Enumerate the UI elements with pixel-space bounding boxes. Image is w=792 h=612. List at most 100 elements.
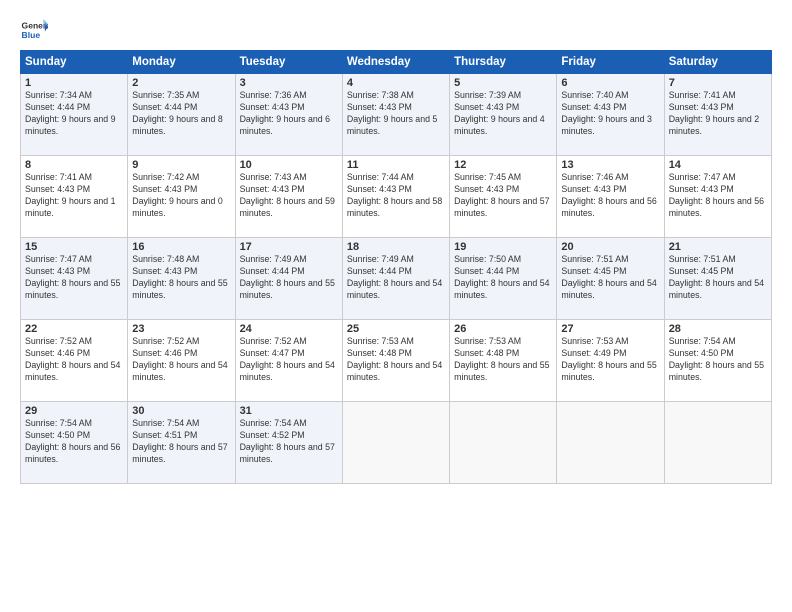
day-number: 11 <box>347 159 445 171</box>
day-number: 29 <box>25 405 123 417</box>
cell-content: Sunrise: 7:54 AM Sunset: 4:52 PM Dayligh… <box>240 418 338 466</box>
day-number: 20 <box>561 241 659 253</box>
calendar-cell: 21Sunrise: 7:51 AM Sunset: 4:45 PM Dayli… <box>664 238 771 320</box>
day-number: 28 <box>669 323 767 335</box>
calendar-cell: 23Sunrise: 7:52 AM Sunset: 4:46 PM Dayli… <box>128 320 235 402</box>
calendar-cell: 5Sunrise: 7:39 AM Sunset: 4:43 PM Daylig… <box>450 74 557 156</box>
cell-content: Sunrise: 7:36 AM Sunset: 4:43 PM Dayligh… <box>240 90 338 138</box>
cell-content: Sunrise: 7:51 AM Sunset: 4:45 PM Dayligh… <box>561 254 659 302</box>
cell-content: Sunrise: 7:53 AM Sunset: 4:48 PM Dayligh… <box>347 336 445 384</box>
day-number: 10 <box>240 159 338 171</box>
header-sunday: Sunday <box>21 51 128 74</box>
day-number: 12 <box>454 159 552 171</box>
calendar-cell: 1Sunrise: 7:34 AM Sunset: 4:44 PM Daylig… <box>21 74 128 156</box>
cell-content: Sunrise: 7:41 AM Sunset: 4:43 PM Dayligh… <box>669 90 767 138</box>
cell-content: Sunrise: 7:47 AM Sunset: 4:43 PM Dayligh… <box>25 254 123 302</box>
calendar-cell: 17Sunrise: 7:49 AM Sunset: 4:44 PM Dayli… <box>235 238 342 320</box>
calendar-cell: 7Sunrise: 7:41 AM Sunset: 4:43 PM Daylig… <box>664 74 771 156</box>
day-number: 8 <box>25 159 123 171</box>
day-number: 7 <box>669 77 767 89</box>
calendar-week-1: 1Sunrise: 7:34 AM Sunset: 4:44 PM Daylig… <box>21 74 772 156</box>
day-number: 17 <box>240 241 338 253</box>
calendar-cell: 13Sunrise: 7:46 AM Sunset: 4:43 PM Dayli… <box>557 156 664 238</box>
day-number: 5 <box>454 77 552 89</box>
cell-content: Sunrise: 7:48 AM Sunset: 4:43 PM Dayligh… <box>132 254 230 302</box>
day-number: 13 <box>561 159 659 171</box>
day-number: 14 <box>669 159 767 171</box>
cell-content: Sunrise: 7:42 AM Sunset: 4:43 PM Dayligh… <box>132 172 230 220</box>
calendar-week-2: 8Sunrise: 7:41 AM Sunset: 4:43 PM Daylig… <box>21 156 772 238</box>
day-number: 22 <box>25 323 123 335</box>
calendar-cell: 28Sunrise: 7:54 AM Sunset: 4:50 PM Dayli… <box>664 320 771 402</box>
calendar-cell <box>342 402 449 484</box>
calendar-cell: 3Sunrise: 7:36 AM Sunset: 4:43 PM Daylig… <box>235 74 342 156</box>
day-number: 15 <box>25 241 123 253</box>
cell-content: Sunrise: 7:47 AM Sunset: 4:43 PM Dayligh… <box>669 172 767 220</box>
day-number: 6 <box>561 77 659 89</box>
calendar-table: SundayMondayTuesdayWednesdayThursdayFrid… <box>20 50 772 484</box>
day-number: 30 <box>132 405 230 417</box>
cell-content: Sunrise: 7:53 AM Sunset: 4:48 PM Dayligh… <box>454 336 552 384</box>
day-number: 9 <box>132 159 230 171</box>
calendar-cell: 15Sunrise: 7:47 AM Sunset: 4:43 PM Dayli… <box>21 238 128 320</box>
calendar-cell: 8Sunrise: 7:41 AM Sunset: 4:43 PM Daylig… <box>21 156 128 238</box>
cell-content: Sunrise: 7:34 AM Sunset: 4:44 PM Dayligh… <box>25 90 123 138</box>
cell-content: Sunrise: 7:52 AM Sunset: 4:46 PM Dayligh… <box>25 336 123 384</box>
calendar-cell: 4Sunrise: 7:38 AM Sunset: 4:43 PM Daylig… <box>342 74 449 156</box>
day-number: 27 <box>561 323 659 335</box>
calendar-cell: 14Sunrise: 7:47 AM Sunset: 4:43 PM Dayli… <box>664 156 771 238</box>
cell-content: Sunrise: 7:46 AM Sunset: 4:43 PM Dayligh… <box>561 172 659 220</box>
calendar-week-4: 22Sunrise: 7:52 AM Sunset: 4:46 PM Dayli… <box>21 320 772 402</box>
day-number: 19 <box>454 241 552 253</box>
header-wednesday: Wednesday <box>342 51 449 74</box>
page-header: General Blue <box>20 16 772 44</box>
header-saturday: Saturday <box>664 51 771 74</box>
cell-content: Sunrise: 7:51 AM Sunset: 4:45 PM Dayligh… <box>669 254 767 302</box>
calendar-cell: 26Sunrise: 7:53 AM Sunset: 4:48 PM Dayli… <box>450 320 557 402</box>
calendar-cell: 29Sunrise: 7:54 AM Sunset: 4:50 PM Dayli… <box>21 402 128 484</box>
calendar-cell: 12Sunrise: 7:45 AM Sunset: 4:43 PM Dayli… <box>450 156 557 238</box>
day-number: 4 <box>347 77 445 89</box>
day-number: 3 <box>240 77 338 89</box>
header-thursday: Thursday <box>450 51 557 74</box>
cell-content: Sunrise: 7:52 AM Sunset: 4:46 PM Dayligh… <box>132 336 230 384</box>
cell-content: Sunrise: 7:45 AM Sunset: 4:43 PM Dayligh… <box>454 172 552 220</box>
calendar-cell: 31Sunrise: 7:54 AM Sunset: 4:52 PM Dayli… <box>235 402 342 484</box>
cell-content: Sunrise: 7:43 AM Sunset: 4:43 PM Dayligh… <box>240 172 338 220</box>
calendar-week-5: 29Sunrise: 7:54 AM Sunset: 4:50 PM Dayli… <box>21 402 772 484</box>
calendar-cell: 16Sunrise: 7:48 AM Sunset: 4:43 PM Dayli… <box>128 238 235 320</box>
cell-content: Sunrise: 7:49 AM Sunset: 4:44 PM Dayligh… <box>240 254 338 302</box>
calendar-cell: 25Sunrise: 7:53 AM Sunset: 4:48 PM Dayli… <box>342 320 449 402</box>
header-tuesday: Tuesday <box>235 51 342 74</box>
cell-content: Sunrise: 7:54 AM Sunset: 4:50 PM Dayligh… <box>669 336 767 384</box>
calendar-cell: 6Sunrise: 7:40 AM Sunset: 4:43 PM Daylig… <box>557 74 664 156</box>
calendar-cell: 18Sunrise: 7:49 AM Sunset: 4:44 PM Dayli… <box>342 238 449 320</box>
day-number: 2 <box>132 77 230 89</box>
calendar-cell: 2Sunrise: 7:35 AM Sunset: 4:44 PM Daylig… <box>128 74 235 156</box>
calendar-cell: 20Sunrise: 7:51 AM Sunset: 4:45 PM Dayli… <box>557 238 664 320</box>
calendar-cell: 9Sunrise: 7:42 AM Sunset: 4:43 PM Daylig… <box>128 156 235 238</box>
cell-content: Sunrise: 7:53 AM Sunset: 4:49 PM Dayligh… <box>561 336 659 384</box>
header-friday: Friday <box>557 51 664 74</box>
cell-content: Sunrise: 7:44 AM Sunset: 4:43 PM Dayligh… <box>347 172 445 220</box>
cell-content: Sunrise: 7:54 AM Sunset: 4:51 PM Dayligh… <box>132 418 230 466</box>
calendar-cell <box>664 402 771 484</box>
cell-content: Sunrise: 7:50 AM Sunset: 4:44 PM Dayligh… <box>454 254 552 302</box>
calendar-cell <box>557 402 664 484</box>
cell-content: Sunrise: 7:38 AM Sunset: 4:43 PM Dayligh… <box>347 90 445 138</box>
logo-icon: General Blue <box>20 16 48 44</box>
cell-content: Sunrise: 7:35 AM Sunset: 4:44 PM Dayligh… <box>132 90 230 138</box>
logo: General Blue <box>20 16 48 44</box>
day-number: 21 <box>669 241 767 253</box>
calendar-cell: 30Sunrise: 7:54 AM Sunset: 4:51 PM Dayli… <box>128 402 235 484</box>
cell-content: Sunrise: 7:49 AM Sunset: 4:44 PM Dayligh… <box>347 254 445 302</box>
calendar-cell: 19Sunrise: 7:50 AM Sunset: 4:44 PM Dayli… <box>450 238 557 320</box>
day-number: 16 <box>132 241 230 253</box>
day-number: 18 <box>347 241 445 253</box>
day-number: 24 <box>240 323 338 335</box>
calendar-cell: 24Sunrise: 7:52 AM Sunset: 4:47 PM Dayli… <box>235 320 342 402</box>
day-number: 1 <box>25 77 123 89</box>
cell-content: Sunrise: 7:54 AM Sunset: 4:50 PM Dayligh… <box>25 418 123 466</box>
calendar-week-3: 15Sunrise: 7:47 AM Sunset: 4:43 PM Dayli… <box>21 238 772 320</box>
cell-content: Sunrise: 7:40 AM Sunset: 4:43 PM Dayligh… <box>561 90 659 138</box>
